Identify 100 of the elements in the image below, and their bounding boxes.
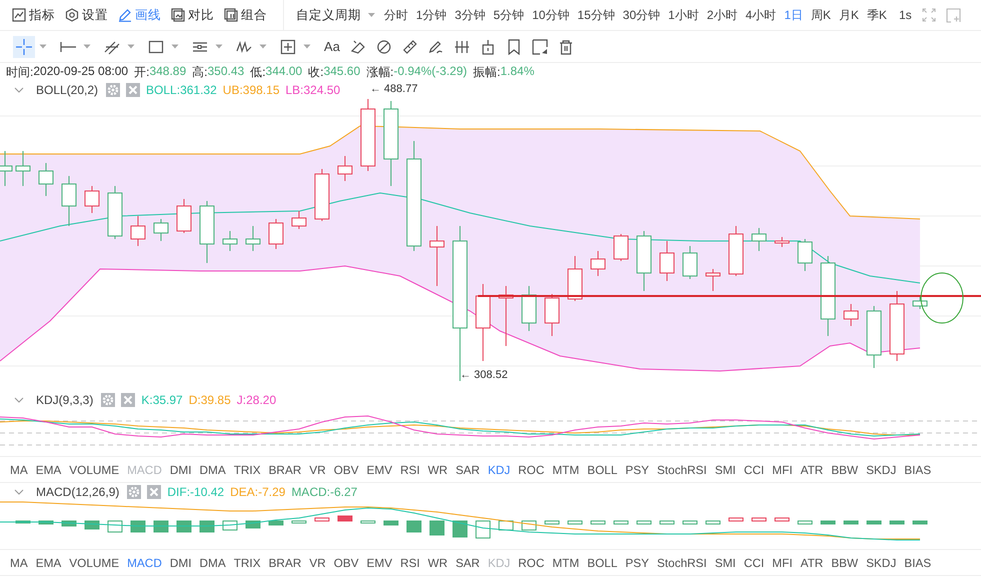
indicator-tab[interactable]: BBW <box>827 462 862 476</box>
indicator-tab[interactable]: BIAS <box>900 556 936 570</box>
caret-icon[interactable] <box>83 44 91 49</box>
indicator-tab[interactable]: CCI <box>740 462 768 476</box>
indicator-tab[interactable]: BRAR <box>264 556 306 570</box>
indicator-tab[interactable]: MTM <box>548 556 584 570</box>
period-tab[interactable]: 1分钟 <box>416 6 447 24</box>
indicator-tab[interactable]: DMI <box>166 556 196 570</box>
indicator-tab[interactable]: TRIX <box>230 556 265 570</box>
indicator-tab[interactable]: ATR <box>796 462 828 476</box>
close-icon[interactable] <box>121 393 136 407</box>
period-tab[interactable]: 月K <box>838 6 859 24</box>
indicator-tab[interactable]: VR <box>305 462 330 476</box>
collapse-chevron-icon[interactable] <box>14 489 24 495</box>
caret-icon[interactable] <box>259 44 267 49</box>
indicator-tab[interactable]: SKDJ <box>862 462 900 476</box>
indicator-tab[interactable]: EMA <box>32 556 66 570</box>
collapse-chevron-icon[interactable] <box>14 87 24 93</box>
toolbar-button[interactable]: 组合 <box>224 4 267 26</box>
indicator-tab[interactable]: EMV <box>362 462 396 476</box>
add-window-icon[interactable] <box>946 8 961 22</box>
settings-icon[interactable] <box>106 83 120 97</box>
indicator-tab[interactable]: KDJ <box>484 462 514 476</box>
indicator-tab[interactable]: StochRSI <box>653 462 711 476</box>
indicator-tab[interactable]: BOLL <box>583 462 622 476</box>
period-tab[interactable]: 周K <box>810 6 831 24</box>
indicator-tab[interactable]: MFI <box>768 462 796 476</box>
period-tab[interactable]: 15分钟 <box>577 6 615 24</box>
fullscreen-icon[interactable] <box>922 8 936 22</box>
period-tab[interactable]: 3分钟 <box>454 6 486 24</box>
indicator-tab[interactable]: VOLUME <box>65 462 124 476</box>
period-dropdown[interactable]: 自定义周期 <box>296 4 376 26</box>
candlestick <box>890 290 904 362</box>
indicator-tab[interactable]: SKDJ <box>862 556 900 570</box>
indicator-tab[interactable]: BOLL <box>583 556 622 570</box>
candlestick <box>268 218 284 250</box>
indicator-tab[interactable]: MA <box>6 462 32 476</box>
period-tab[interactable]: 5分钟 <box>493 6 524 24</box>
indicator-tab[interactable]: PSY <box>621 556 653 570</box>
toolbar-button[interactable]: 对比 <box>171 4 214 26</box>
indicator-tab[interactable]: BRAR <box>264 462 306 476</box>
indicator-tab[interactable]: SMI <box>710 556 740 570</box>
indicator-tab[interactable]: SMI <box>710 462 740 476</box>
caret-icon[interactable] <box>39 44 47 49</box>
indicator-tab[interactable]: StochRSI <box>653 556 711 570</box>
indicator-tab[interactable]: DMA <box>195 462 230 476</box>
indicator-tab[interactable]: DMI <box>166 462 196 476</box>
candlestick <box>912 296 928 310</box>
price-marker: ← 488.77 <box>370 83 418 95</box>
period-tab[interactable]: 4小时 <box>746 6 776 24</box>
period-tab[interactable]: 分时 <box>384 6 408 24</box>
indicator-tab[interactable]: MFI <box>768 556 796 570</box>
indicator-tab[interactable]: MACD <box>123 556 166 570</box>
indicator-tab[interactable]: BIAS <box>900 462 936 476</box>
caret-icon[interactable] <box>171 44 179 49</box>
settings-icon[interactable] <box>101 393 116 407</box>
settings-icon[interactable] <box>127 485 142 499</box>
toolbar-button[interactable]: 指标 <box>12 4 55 26</box>
indicator-tab[interactable]: SAR <box>452 462 484 476</box>
indicator-tab[interactable]: OBV <box>330 462 363 476</box>
caret-icon[interactable] <box>303 44 311 49</box>
toolbar-button[interactable]: 设置 <box>65 4 108 26</box>
indicator-tab[interactable]: WR <box>424 462 452 476</box>
indicator-tab[interactable]: ATR <box>796 556 828 570</box>
indicator-tab[interactable]: BBW <box>827 556 862 570</box>
drawing-tool-button[interactable]: Aa <box>321 36 343 58</box>
close-icon[interactable] <box>147 485 162 499</box>
period-tab[interactable]: 10分钟 <box>532 6 570 24</box>
indicator-tab[interactable]: RSI <box>396 556 424 570</box>
field-label: 开: <box>134 64 150 80</box>
indicator-tab[interactable]: EMA <box>32 462 66 476</box>
caret-icon[interactable] <box>215 44 223 49</box>
toolbar-button[interactable]: 画线 <box>118 4 161 26</box>
indicator-tab[interactable]: MTM <box>548 462 584 476</box>
ruler-icon <box>402 38 418 54</box>
indicator-tab[interactable]: ROC <box>514 556 548 570</box>
indicator-tab[interactable]: VOLUME <box>65 556 124 570</box>
indicator-tab[interactable]: DMA <box>195 556 230 570</box>
period-tab[interactable]: 1小时 <box>668 6 699 24</box>
circle-annotation[interactable] <box>920 272 964 324</box>
period-tab[interactable]: 2小时 <box>706 6 738 24</box>
close-icon[interactable] <box>126 83 140 97</box>
indicator-tab[interactable]: PSY <box>621 462 653 476</box>
indicator-tab[interactable]: WR <box>424 556 452 570</box>
drawing-tool-button[interactable] <box>13 36 35 58</box>
collapse-chevron-icon[interactable] <box>14 397 24 403</box>
candlestick <box>798 238 812 272</box>
indicator-tab[interactable]: EMV <box>362 556 396 570</box>
indicator-tab[interactable]: CCI <box>740 556 768 570</box>
indicator-tab[interactable]: ROC <box>514 462 548 476</box>
period-tab[interactable]: 1日 <box>784 6 803 24</box>
indicator-tab[interactable]: RSI <box>396 462 424 476</box>
caret-icon[interactable] <box>127 44 135 49</box>
indicator-tab[interactable]: TRIX <box>230 462 265 476</box>
indicator-tab[interactable]: SAR <box>452 556 484 570</box>
indicator-tab[interactable]: OBV <box>330 556 363 570</box>
period-tab[interactable]: 季K <box>866 6 887 24</box>
indicator-tab[interactable]: VR <box>305 556 330 570</box>
indicator-tab[interactable]: MA <box>6 556 32 570</box>
period-tab[interactable]: 30分钟 <box>622 6 660 24</box>
